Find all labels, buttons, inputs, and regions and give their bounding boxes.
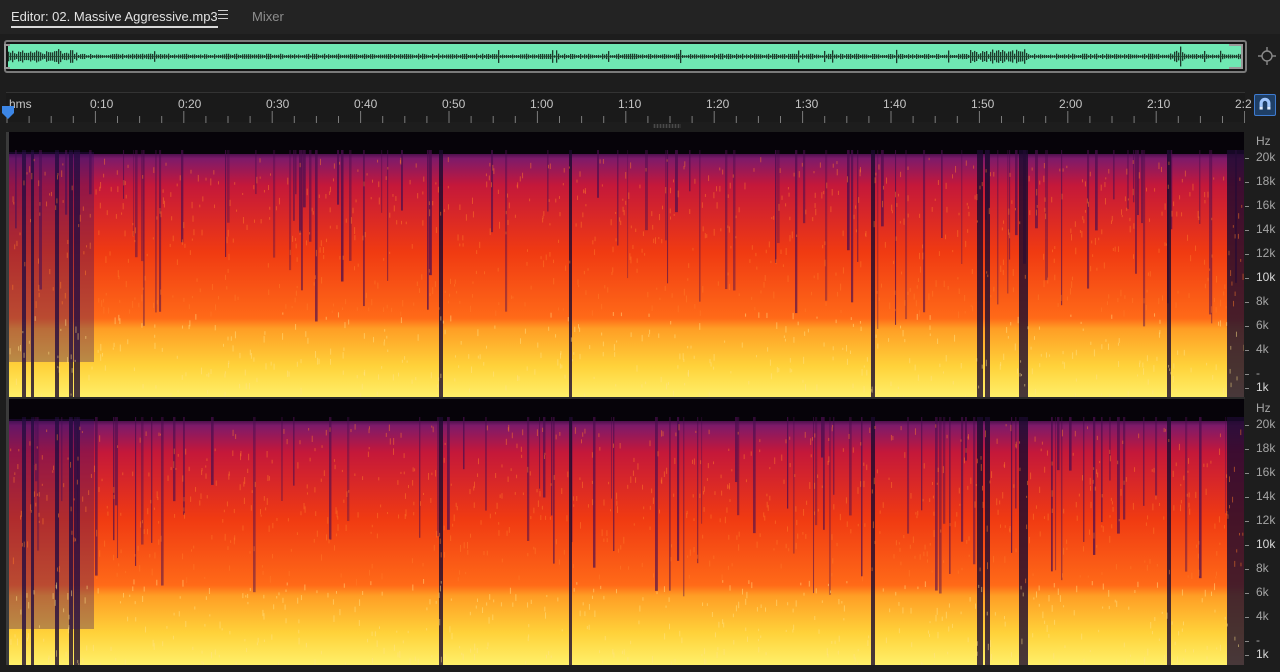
ruler-time-label: 1:10 [618, 97, 642, 111]
ruler-time-label: 1:00 [530, 97, 554, 111]
tab-mixer[interactable]: Mixer [252, 8, 284, 28]
freq-axis-tick [1245, 278, 1249, 279]
freq-axis-label: 12k [1256, 246, 1276, 260]
freq-axis-unit: Hz [1256, 134, 1271, 148]
freq-axis-label: 6k [1256, 585, 1269, 599]
freq-axis-tick [1245, 388, 1249, 389]
freq-axis-label: 18k [1256, 441, 1276, 455]
freq-axis-label: 6k [1256, 318, 1269, 332]
freq-axis-tick [1245, 655, 1249, 656]
freq-axis-tick [1245, 569, 1249, 570]
freq-axis-tick [1245, 350, 1249, 351]
frequency-axis-right-channel: Hz 20k 18k 16k 14k 12k 10k 8k 6k 4k -1k [1245, 399, 1280, 665]
ruler-time-label: 0:40 [354, 97, 378, 111]
ruler-time-label: 0:30 [266, 97, 290, 111]
panel-tab-bar: Editor: 02. Massive Aggressive.mp3 Mixer [0, 0, 1280, 34]
overview-waveform-navigator[interactable] [4, 40, 1247, 73]
freq-axis-label: 14k [1256, 489, 1276, 503]
time-ruler[interactable]: hms 0:10 0:20 0:30 0:40 0:50 1:00 1:10 1:20 1:30… [6, 92, 1252, 123]
freq-axis-label: 20k [1256, 417, 1276, 431]
freq-axis-tick [1245, 254, 1249, 255]
freq-axis-tick [1245, 497, 1249, 498]
ruler-time-label: 2:2 [1235, 97, 1252, 111]
freq-axis-tick [1245, 326, 1249, 327]
magnet-icon [1259, 97, 1271, 110]
ruler-time-label: 1:40 [883, 97, 907, 111]
freq-axis-label: 12k [1256, 513, 1276, 527]
freq-axis-unit: Hz [1256, 401, 1271, 415]
tab-mixer-label: Mixer [252, 9, 284, 24]
freq-axis-label: 10k [1256, 537, 1276, 551]
ruler-time-label: 2:00 [1059, 97, 1083, 111]
ruler-time-label: 0:50 [442, 97, 466, 111]
freq-axis-tick [1245, 593, 1249, 594]
freq-axis-tick [1245, 545, 1249, 546]
freq-axis-tick [1245, 425, 1249, 426]
freq-axis-tick [1245, 449, 1249, 450]
spectrogram-channel-right[interactable] [9, 399, 1244, 665]
freq-axis-label: 4k [1256, 609, 1269, 623]
active-tab-underline [11, 26, 218, 28]
freq-axis-tick [1245, 206, 1249, 207]
freq-axis-tick [1245, 230, 1249, 231]
freq-axis-tick [1245, 182, 1249, 183]
tab-editor-label: Editor: 02. Massive Aggressive.mp3 [11, 9, 218, 24]
freq-axis-label: 14k [1256, 222, 1276, 236]
freq-axis-tick [1245, 521, 1249, 522]
freq-axis-label: 16k [1256, 198, 1276, 212]
freq-axis-label: 1k [1256, 380, 1269, 394]
snap-toggle-button[interactable] [1254, 94, 1276, 116]
freq-axis-tick [1245, 641, 1249, 642]
freq-axis-label: 4k [1256, 342, 1269, 356]
overview-range-handle-left[interactable] [4, 44, 10, 69]
freq-axis-tick [1245, 302, 1249, 303]
ruler-time-label: 0:20 [178, 97, 202, 111]
playhead-marker-icon[interactable] [2, 106, 14, 120]
zoom-crosshair-icon[interactable] [1257, 46, 1277, 66]
ruler-time-label: 1:30 [795, 97, 819, 111]
freq-axis-tick [1245, 617, 1249, 618]
freq-axis-label: 8k [1256, 294, 1269, 308]
freq-axis-label: 1k [1256, 647, 1269, 661]
freq-axis-label: 16k [1256, 465, 1276, 479]
freq-axis-label: 20k [1256, 150, 1276, 164]
overview-waveform [8, 44, 1243, 69]
tab-editor[interactable]: Editor: 02. Massive Aggressive.mp3 [11, 8, 218, 28]
freq-axis-label: - [1256, 633, 1260, 647]
ruler-time-label: 1:50 [971, 97, 995, 111]
freq-axis-label: 10k [1256, 270, 1276, 284]
freq-axis-label: 18k [1256, 174, 1276, 188]
ruler-time-label: 0:10 [90, 97, 114, 111]
spectrogram-channel-left[interactable] [9, 132, 1244, 398]
freq-axis-label: - [1256, 366, 1260, 380]
panel-resize-grip[interactable] [653, 124, 681, 128]
freq-axis-label: 8k [1256, 561, 1269, 575]
overview-range-handle-right[interactable] [1229, 44, 1243, 69]
freq-axis-tick [1245, 473, 1249, 474]
ruler-time-label: 1:20 [706, 97, 730, 111]
frequency-axis-left-channel: Hz 20k 18k 16k 14k 12k 10k 8k 6k 4k -1k [1245, 132, 1280, 398]
hamburger-menu-icon[interactable] [218, 10, 228, 22]
freq-axis-tick [1245, 158, 1249, 159]
ruler-time-label: 2:10 [1147, 97, 1171, 111]
freq-axis-tick [1245, 374, 1249, 375]
